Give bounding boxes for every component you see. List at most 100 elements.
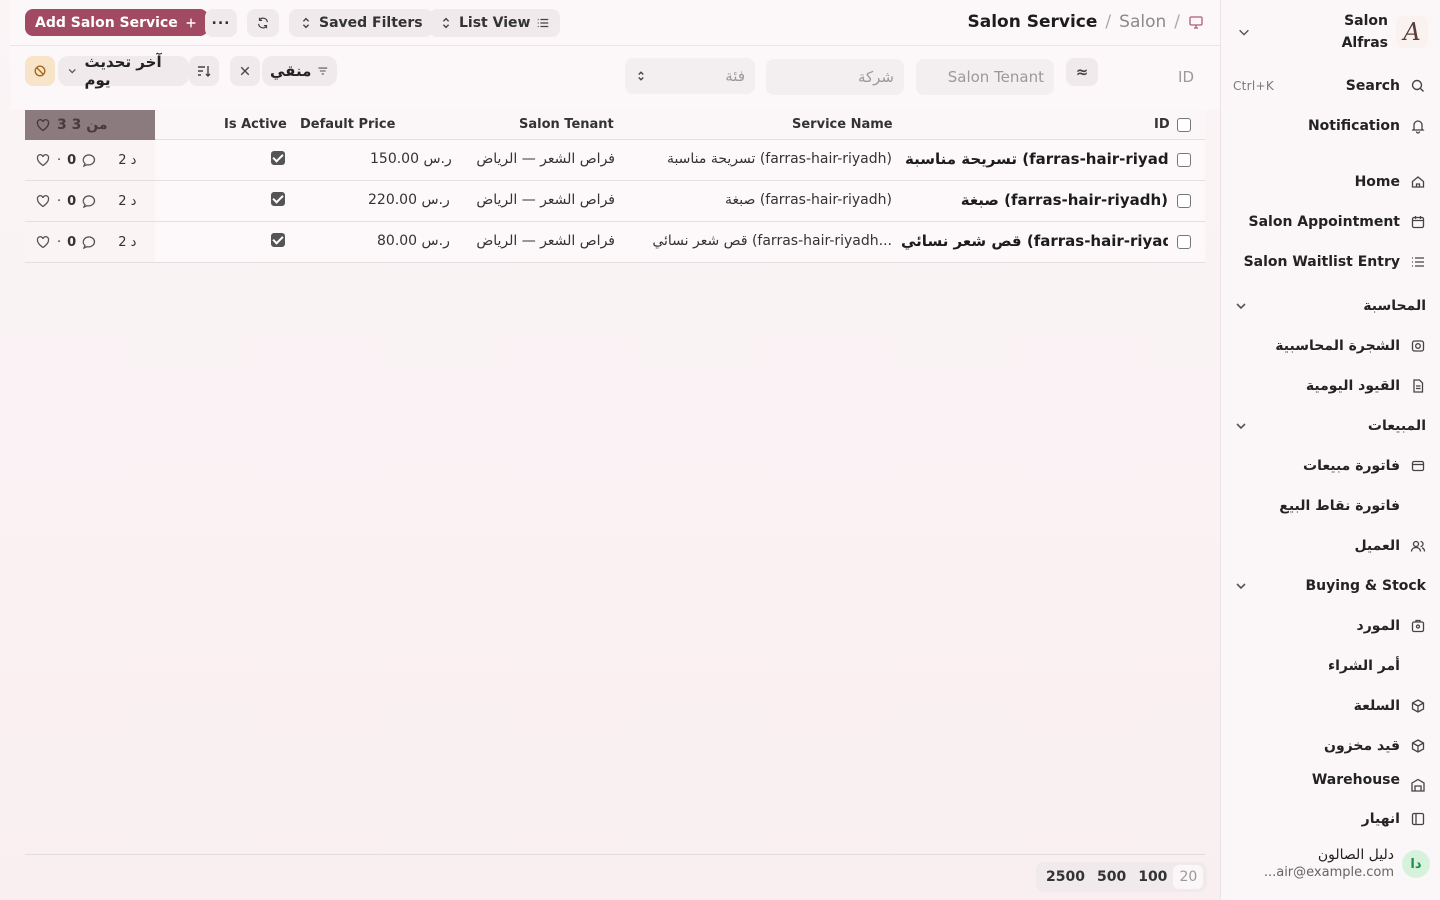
sidebar-item-stock-entry[interactable]: قيد مخزون <box>1233 732 1426 760</box>
sidebar-notification[interactable]: Notification <box>1233 112 1426 140</box>
record-id-link[interactable]: قص شعر نسائي (farras-hair-riyadh) <box>901 232 1168 250</box>
category-select[interactable]: فئة <box>625 58 755 94</box>
sidebar-item-customer[interactable]: العميل <box>1233 532 1426 560</box>
sidebar-search-label: Search <box>1345 78 1400 94</box>
modified-time: 2 د <box>118 234 137 250</box>
warehouse-icon <box>1411 778 1425 792</box>
up-down-chevron-icon <box>638 71 644 81</box>
sidebar-section-buying-stock[interactable]: Buying & Stock <box>1233 572 1426 600</box>
column-header-id[interactable]: ID <box>1154 117 1170 132</box>
brand-logo: A <box>1396 16 1428 48</box>
salon-tenant-cell[interactable]: فراص الشعر — الرياض <box>465 151 615 167</box>
refresh-button[interactable] <box>247 9 279 37</box>
clear-filter-button[interactable] <box>230 56 260 86</box>
record-id-link[interactable]: تسريحة مناسبة (farras-hair-riyadh) <box>905 150 1168 168</box>
sidebar-section-sales[interactable]: المبيعات <box>1233 412 1426 440</box>
sort-direction-button[interactable] <box>189 56 219 86</box>
sidebar-notification-label: Notification <box>1307 118 1400 134</box>
sidebar-item-journal-entries[interactable]: القيود اليومية <box>1233 372 1426 400</box>
sidebar-item-warehouse[interactable]: Warehouse <box>1233 772 1426 794</box>
chevron-down-icon <box>68 69 76 74</box>
sidebar-collapse[interactable]: انهيار <box>1233 805 1426 833</box>
list-view-dropdown[interactable]: List View <box>429 9 561 37</box>
row-checkbox[interactable] <box>1177 235 1191 249</box>
table-row[interactable]: · 0 2 د ر.س 80.00 فراص الشعر — الرياض قص… <box>25 222 1205 263</box>
row-meta: · 0 2 د <box>25 181 155 221</box>
column-header-service-name[interactable]: Service Name <box>792 117 893 132</box>
comment-icon <box>82 154 96 168</box>
table-row[interactable]: · 0 2 د ر.س 150.00 فراص الشعر — الرياض ت… <box>25 140 1205 181</box>
service-name-cell: صبغة (farras-hair-riyadh) <box>725 192 892 208</box>
select-all-checkbox[interactable] <box>1177 118 1191 132</box>
salon-tenant-field[interactable]: Salon Tenant <box>916 59 1054 95</box>
page-size-20[interactable]: 20 <box>1173 865 1204 889</box>
sidebar-item-label: Home <box>1354 174 1400 190</box>
record-count-label: 3 من 3 <box>57 117 108 133</box>
sidebar-item-label: أمر الشراء <box>1327 658 1400 674</box>
default-price-cell: ر.س 150.00 <box>370 151 452 167</box>
more-actions-button[interactable]: ... <box>205 9 237 37</box>
sidebar-item-chart-of-accounts[interactable]: الشجرة المحاسبية <box>1233 332 1426 360</box>
row-checkbox[interactable] <box>1177 194 1191 208</box>
row-checkbox[interactable] <box>1177 153 1191 167</box>
add-salon-service-button[interactable]: Add Salon Service <box>25 9 208 36</box>
sidebar-search[interactable]: Ctrl+K Search <box>1233 72 1426 100</box>
sidebar-item-home[interactable]: Home <box>1233 168 1426 196</box>
sidebar-item-item[interactable]: السلعة <box>1233 692 1426 720</box>
column-header-default-price[interactable]: Default Price <box>300 117 395 132</box>
sidebar-item-sales-invoice[interactable]: فاتورة مبيعات <box>1233 452 1426 480</box>
brand-name: Salon Alfras <box>1342 10 1388 54</box>
topbar: Add Salon Service ... Saved Filters List… <box>10 0 1220 46</box>
list-icon <box>538 18 549 28</box>
column-header-salon-tenant[interactable]: Salon Tenant <box>519 117 614 132</box>
sidebar-section-label: المحاسبة <box>1363 298 1426 314</box>
up-down-chevron-icon <box>302 17 310 29</box>
clear-all-button[interactable] <box>25 56 55 86</box>
breadcrumb-item-salon[interactable]: Salon <box>1119 12 1166 32</box>
id-match-mode-button[interactable]: ≈ <box>1066 58 1098 86</box>
sidebar-item-salon-appointment[interactable]: Salon Appointment <box>1233 208 1426 236</box>
brand-switcher[interactable]: Salon Alfras A <box>1233 8 1428 56</box>
page-size-500[interactable]: 500 <box>1091 865 1132 889</box>
is-active-checkbox <box>271 151 285 165</box>
desktop-icon[interactable] <box>1188 14 1204 30</box>
page-size-100[interactable]: 100 <box>1132 865 1173 889</box>
sidebar-item-pos-invoice[interactable]: فاتورة نقاط البيع <box>1233 492 1426 520</box>
row-meta: · 0 2 د <box>25 222 155 262</box>
blank-icon <box>1410 658 1426 674</box>
heart-icon[interactable] <box>35 234 51 250</box>
heart-icon[interactable] <box>35 193 51 209</box>
sidebar-collapse-label: انهيار <box>1361 811 1400 827</box>
company-field[interactable]: شركة <box>766 59 904 95</box>
id-placeholder: ID <box>1178 68 1194 86</box>
user-menu[interactable]: دليل الصالون ...air@example.com دا <box>1233 842 1430 886</box>
table-row[interactable]: · 0 2 د ر.س 220.00 فراص الشعر — الرياض ص… <box>25 181 1205 222</box>
is-active-checkbox <box>271 192 285 206</box>
invoice-icon <box>1411 460 1425 472</box>
sidebar-section-accounting[interactable]: المحاسبة <box>1233 292 1426 320</box>
comment-count: 0 <box>67 193 77 209</box>
bell-icon <box>1411 120 1425 134</box>
brand-name-line1: Salon <box>1344 13 1388 29</box>
sidebar-item-label: فاتورة نقاط البيع <box>1279 498 1400 514</box>
salon-tenant-cell[interactable]: فراص الشعر — الرياض <box>465 192 615 208</box>
sidebar-item-supplier[interactable]: المورد <box>1233 612 1426 640</box>
sidebar-item-label: Salon Appointment <box>1248 214 1400 230</box>
saved-filters-dropdown[interactable]: Saved Filters <box>289 9 433 37</box>
column-header-is-active[interactable]: Is Active <box>224 117 287 132</box>
sort-selector[interactable]: آخر تحديث يوم <box>58 53 189 89</box>
page-size-2500[interactable]: 2500 <box>1040 865 1091 889</box>
sidebar-section-label: Buying & Stock <box>1305 578 1426 594</box>
service-name-cell: قص شعر نسائي (farras-hair-riyadh... <box>652 233 892 249</box>
id-field[interactable]: ID <box>1100 59 1204 95</box>
list-icon <box>1412 257 1424 267</box>
heart-icon[interactable] <box>35 152 51 168</box>
record-id-link[interactable]: صبغة (farras-hair-riyadh) <box>905 191 1168 209</box>
salon-tenant-cell[interactable]: فراص الشعر — الرياض <box>465 233 615 249</box>
breadcrumb: Salon Service / Salon / <box>968 10 1205 34</box>
filter-button[interactable]: منقي <box>262 56 337 86</box>
dot-separator: · <box>57 234 62 250</box>
sidebar-item-salon-waitlist-entry[interactable]: Salon Waitlist Entry <box>1233 248 1426 276</box>
sidebar-item-purchase-order[interactable]: أمر الشراء <box>1233 652 1426 680</box>
refresh-icon <box>258 17 268 29</box>
